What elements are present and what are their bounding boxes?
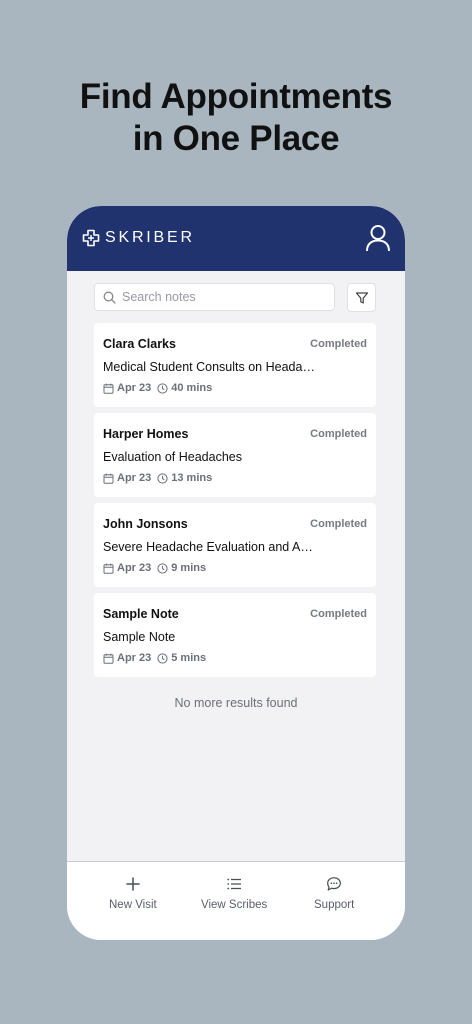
note-meta: Apr 23 5 mins (103, 652, 206, 664)
search-box[interactable] (94, 283, 335, 311)
nav-label: Support (314, 899, 355, 911)
list-icon (227, 878, 242, 890)
clock-icon (157, 382, 168, 394)
user-icon (366, 225, 390, 252)
bottom-nav: New Visit View Scribes Support (67, 861, 405, 940)
search-icon (103, 291, 116, 304)
calendar-icon (103, 563, 114, 574)
nav-support[interactable]: Support (314, 876, 354, 911)
nav-view-scribes[interactable]: View Scribes (201, 876, 267, 911)
nav-new-visit[interactable]: New Visit (109, 876, 157, 911)
brand-name: SKRIBER (105, 229, 195, 246)
nav-label: New Visit (109, 899, 157, 911)
note-date: Apr 23 (117, 562, 152, 574)
plus-icon (126, 877, 140, 891)
profile-button[interactable] (365, 224, 391, 252)
notes-content: Clara Clarks Completed Medical Student C… (67, 271, 405, 861)
patient-name: Clara Clarks (103, 337, 176, 351)
nav-label: View Scribes (201, 899, 268, 911)
patient-name: Sample Note (103, 607, 179, 621)
note-title: Severe Headache Evaluation and Ass... (103, 540, 318, 554)
status-badge: Completed (310, 428, 367, 440)
note-meta: Apr 23 40 mins (103, 382, 212, 394)
note-date: Apr 23 (117, 382, 152, 394)
note-title: Sample Note (103, 630, 176, 644)
promo-headline-line1: Find Appointments (79, 77, 393, 116)
clock-icon (157, 562, 168, 574)
note-duration: 9 mins (171, 562, 207, 574)
filter-button[interactable] (347, 283, 376, 312)
calendar-icon (103, 383, 114, 394)
chat-bubble-icon (327, 877, 342, 891)
calendar-icon (103, 653, 114, 664)
note-card[interactable]: Clara Clarks Completed Medical Student C… (94, 323, 376, 407)
note-card[interactable]: John Jonsons Completed Severe Headache E… (94, 503, 376, 587)
medical-cross-icon (82, 229, 100, 247)
patient-name: John Jonsons (103, 517, 188, 531)
note-title: Medical Student Consults on Headac... (103, 360, 318, 374)
note-card[interactable]: Harper Homes Completed Evaluation of Hea… (94, 413, 376, 497)
promo-headline-line2: in One Place (132, 119, 340, 158)
search-input[interactable] (122, 290, 322, 304)
status-badge: Completed (310, 518, 367, 530)
patient-name: Harper Homes (103, 427, 189, 441)
note-meta: Apr 23 13 mins (103, 472, 212, 484)
clock-icon (157, 472, 168, 484)
promo-headline: Find Appointments in One Place (0, 76, 472, 160)
app-header: SKRIBER (67, 206, 405, 271)
status-badge: Completed (310, 608, 367, 620)
note-date: Apr 23 (117, 652, 152, 664)
note-duration: 5 mins (171, 652, 207, 664)
note-date: Apr 23 (117, 472, 152, 484)
filter-icon (355, 291, 368, 304)
status-badge: Completed (310, 338, 367, 350)
phone-frame: SKRIBER Clara Clarks Completed Medi (67, 206, 405, 940)
calendar-icon (103, 473, 114, 484)
note-duration: 13 mins (171, 472, 213, 484)
note-duration: 40 mins (171, 382, 213, 394)
note-title: Evaluation of Headaches (103, 450, 242, 464)
app-logo: SKRIBER (82, 229, 195, 247)
note-meta: Apr 23 9 mins (103, 562, 206, 574)
clock-icon (157, 652, 168, 664)
list-end-message: No more results found (174, 696, 298, 710)
note-card[interactable]: Sample Note Completed Sample Note Apr 23… (94, 593, 376, 677)
